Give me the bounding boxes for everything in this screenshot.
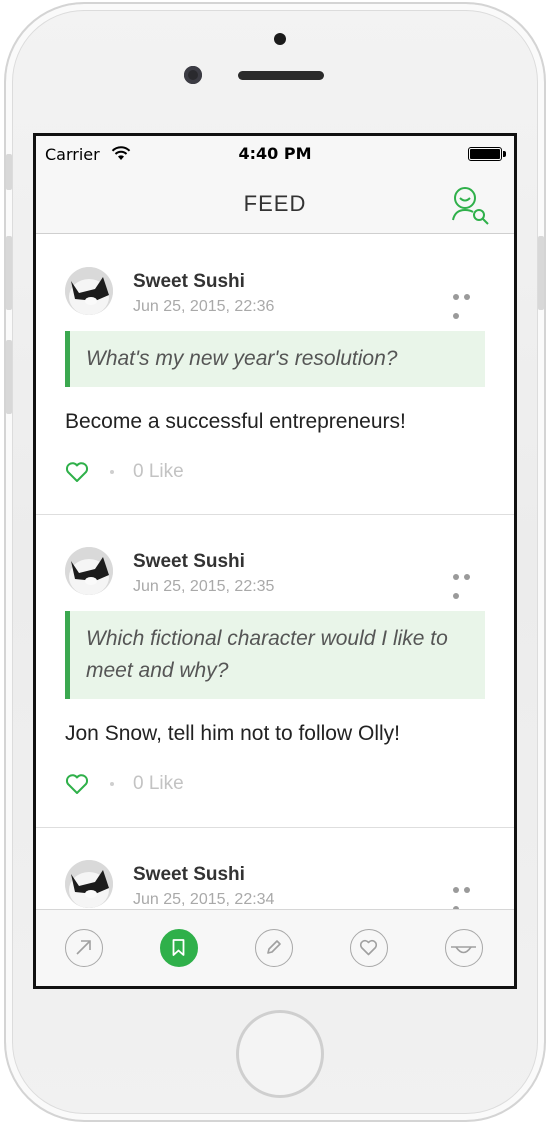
navigation-bar: FEED bbox=[36, 174, 514, 234]
like-count: 0 Like bbox=[133, 773, 184, 794]
post-actions: 0 Like bbox=[65, 437, 485, 509]
post-header: Sweet Sushi Jun 25, 2015, 22:35 bbox=[65, 515, 485, 611]
page-title: FEED bbox=[243, 191, 307, 216]
author-name[interactable]: Sweet Sushi bbox=[133, 271, 245, 293]
post-timestamp: Jun 25, 2015, 22:34 bbox=[133, 891, 275, 908]
answer-text: Become a successful entrepreneurs! bbox=[65, 410, 406, 433]
battery-icon bbox=[468, 147, 506, 161]
app-screen: Carrier 4:40 PM FEED Sweet Sushi Jun 25,… bbox=[33, 133, 517, 989]
more-options-icon[interactable] bbox=[453, 285, 485, 319]
proximity-sensor bbox=[274, 33, 286, 45]
post-header: Sweet Sushi Jun 25, 2015, 22:34 bbox=[65, 828, 485, 909]
post-header: Sweet Sushi Jun 25, 2015, 22:36 bbox=[65, 235, 485, 331]
mute-switch bbox=[6, 154, 12, 190]
question-quote: Which fictional character would I like t… bbox=[65, 611, 485, 699]
post-timestamp: Jun 25, 2015, 22:35 bbox=[133, 578, 275, 595]
separator-dot bbox=[110, 782, 114, 786]
question-quote: What's my new year's resolution? bbox=[65, 331, 485, 387]
power-button bbox=[538, 236, 544, 310]
feed-list[interactable]: Sweet Sushi Jun 25, 2015, 22:36 What's m… bbox=[36, 235, 514, 909]
feed-post: Sweet Sushi Jun 25, 2015, 22:35 Which fi… bbox=[36, 515, 514, 828]
clock: 4:40 PM bbox=[238, 144, 312, 163]
separator-dot bbox=[110, 470, 114, 474]
more-options-icon[interactable] bbox=[453, 565, 485, 599]
heart-icon[interactable] bbox=[65, 461, 89, 483]
volume-up-button bbox=[6, 236, 12, 310]
cat-avatar-icon bbox=[65, 860, 113, 908]
tab-discover[interactable] bbox=[65, 929, 103, 967]
avatar[interactable] bbox=[65, 860, 113, 908]
pencil-icon bbox=[267, 940, 281, 954]
feed-post: Sweet Sushi Jun 25, 2015, 22:34 bbox=[36, 828, 514, 909]
arrow-up-right-icon bbox=[76, 940, 91, 955]
home-button[interactable] bbox=[236, 1010, 324, 1098]
avatar[interactable] bbox=[65, 547, 113, 595]
tab-likes[interactable] bbox=[350, 929, 388, 967]
heart-icon[interactable] bbox=[65, 773, 89, 795]
feed-post: Sweet Sushi Jun 25, 2015, 22:36 What's m… bbox=[36, 235, 514, 515]
heart-icon bbox=[359, 939, 378, 956]
like-count: 0 Like bbox=[133, 461, 184, 482]
author-name[interactable]: Sweet Sushi bbox=[133, 864, 245, 886]
more-options-icon[interactable] bbox=[453, 878, 485, 909]
cat-avatar-icon bbox=[65, 547, 113, 595]
tab-bar bbox=[36, 909, 514, 986]
tab-feed[interactable] bbox=[160, 929, 198, 967]
avatar[interactable] bbox=[65, 267, 113, 315]
tab-compose[interactable] bbox=[255, 929, 293, 967]
smile-face-icon bbox=[451, 946, 476, 954]
post-actions: 0 Like bbox=[65, 749, 485, 821]
front-camera bbox=[184, 66, 202, 84]
earpiece-speaker bbox=[238, 71, 324, 80]
author-name[interactable]: Sweet Sushi bbox=[133, 551, 245, 573]
find-people-icon[interactable] bbox=[448, 182, 492, 226]
cat-avatar-icon bbox=[65, 267, 113, 315]
post-timestamp: Jun 25, 2015, 22:36 bbox=[133, 298, 275, 315]
status-bar: Carrier 4:40 PM bbox=[36, 136, 514, 174]
answer-text: Jon Snow, tell him not to follow Olly! bbox=[65, 722, 400, 745]
bookmark-icon bbox=[172, 939, 185, 956]
volume-down-button bbox=[6, 340, 12, 414]
tab-profile[interactable] bbox=[445, 929, 483, 967]
